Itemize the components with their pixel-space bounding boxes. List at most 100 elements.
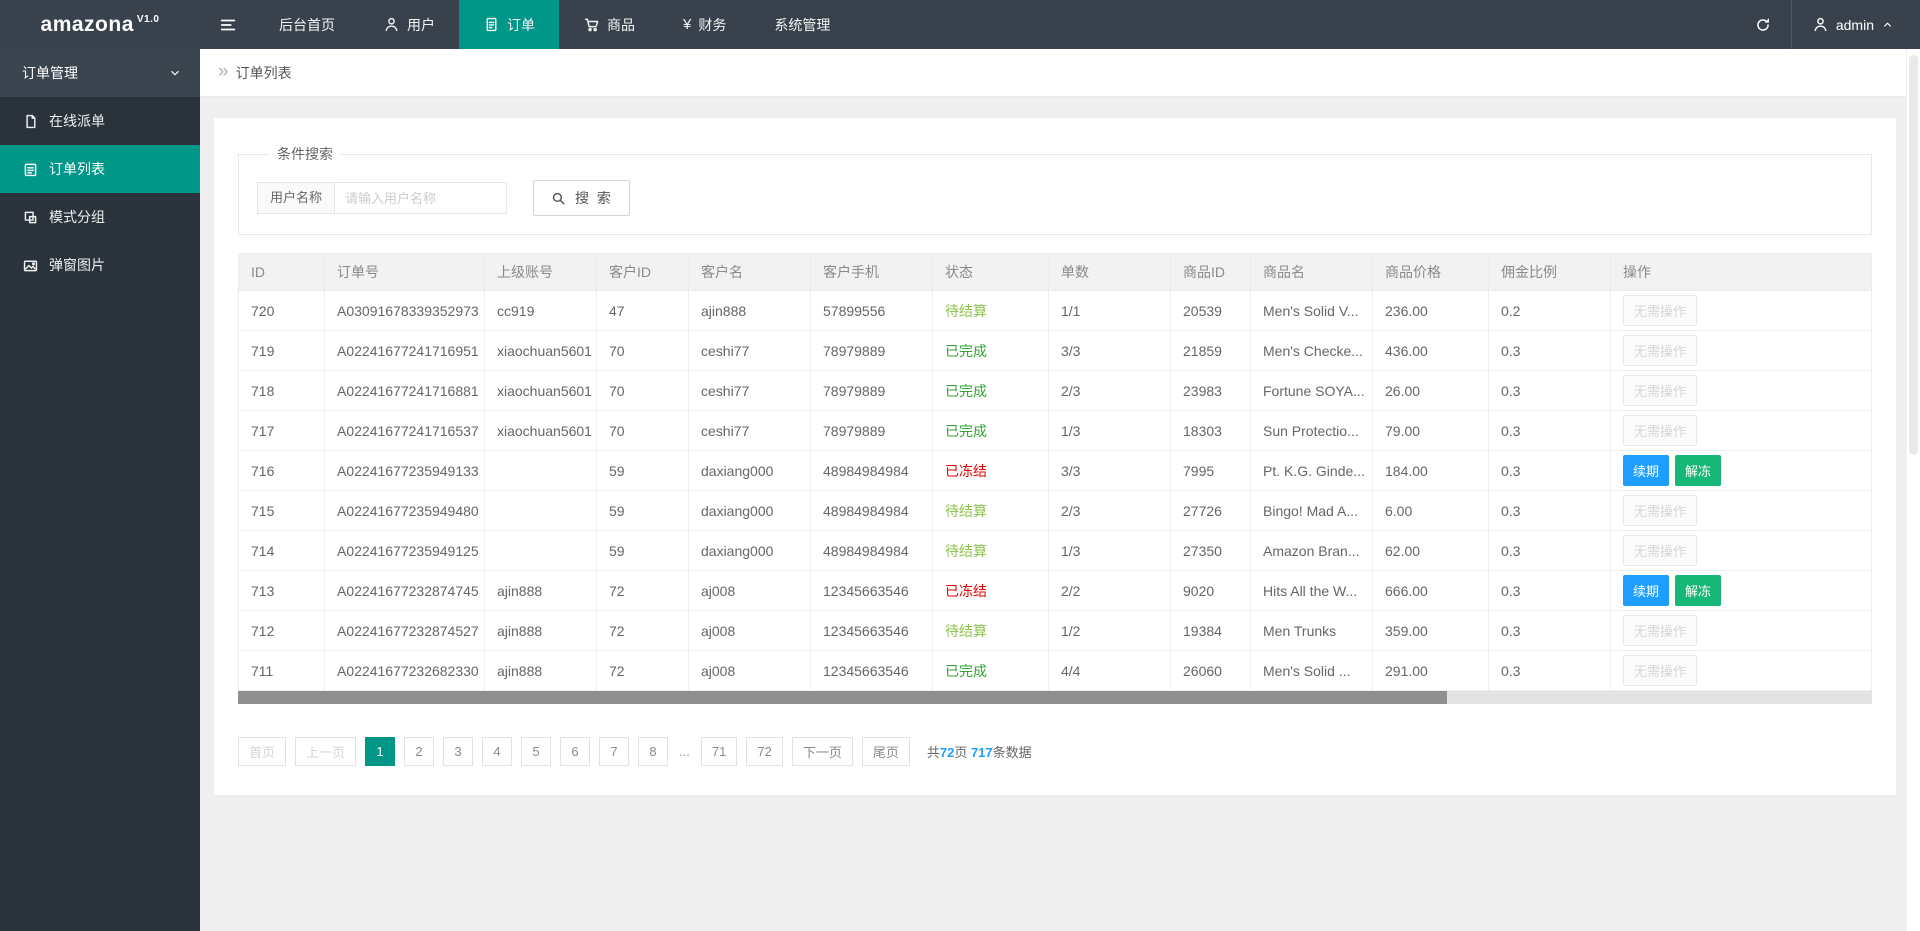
refresh-icon[interactable] (1735, 0, 1791, 49)
user-icon (383, 16, 400, 33)
renew-button[interactable]: 续期 (1623, 575, 1670, 606)
cell-parent: ajin888 (484, 610, 597, 651)
cell-id: 719 (238, 330, 325, 371)
cell-status: 已完成 (932, 370, 1049, 411)
cell-product_name: Amazon Bran... (1250, 530, 1373, 571)
renew-button[interactable]: 续期 (1623, 455, 1670, 486)
table-row: 717 A02241677241716537 xiaochuan5601 70 cesh… (238, 410, 1872, 451)
cell-id: 713 (238, 570, 325, 611)
column-header: 商品名 (1250, 253, 1373, 291)
cell-actions: 无需操作 (1610, 530, 1872, 571)
page-button[interactable]: 6 (560, 737, 591, 766)
cell-product_name: Bingo! Mad A... (1250, 490, 1373, 531)
cell-product_id: 26060 (1170, 650, 1251, 691)
table-row: 720 A03091678339352973 cc919 47 ajin888 57899… (238, 290, 1872, 331)
page-button[interactable]: 7 (599, 737, 630, 766)
brand-logo: amazona V1.0 (0, 0, 200, 49)
cell-order_no: A02241677232682330 (324, 650, 485, 691)
nav-item-goods[interactable]: 商品 (559, 0, 659, 49)
cell-phone: 48984984984 (810, 450, 933, 491)
nav-item-orders[interactable]: 订单 (459, 0, 559, 49)
nav-item-system[interactable]: 系统管理 (750, 0, 854, 49)
cell-product_name: Men's Solid ... (1250, 650, 1373, 691)
sidebar-group-order-management[interactable]: 订单管理 (0, 49, 200, 97)
page-button[interactable]: 4 (482, 737, 513, 766)
page-button[interactable]: 尾页 (861, 737, 910, 766)
page-button[interactable]: 5 (521, 737, 552, 766)
sidebar-item-popup-image[interactable]: 弹窗图片 (0, 241, 200, 289)
cell-parent: xiaochuan5601 (484, 370, 597, 411)
page-button[interactable]: 8 (638, 737, 669, 766)
cell-id: 711 (238, 650, 325, 691)
cell-phone: 78979889 (810, 330, 933, 371)
column-header: 客户名 (688, 253, 811, 291)
cell-id: 717 (238, 410, 325, 451)
horizontal-scrollbar-thumb[interactable] (238, 691, 1448, 704)
cell-count: 1/1 (1048, 290, 1171, 331)
cell-product_name: Pt. K.G. Ginde... (1250, 450, 1373, 491)
column-header: 佣金比例 (1488, 253, 1611, 291)
nav-item-users[interactable]: 用户 (359, 0, 459, 49)
page-button[interactable]: 1 (365, 737, 396, 766)
cell-status: 待结算 (932, 490, 1049, 531)
page-button[interactable]: 2 (404, 737, 435, 766)
cell-product_name: Men Trunks (1250, 610, 1373, 651)
no-action-button: 无需操作 (1623, 535, 1698, 566)
table-row: 718 A02241677241716881 xiaochuan5601 70 cesh… (238, 370, 1872, 411)
cell-phone: 12345663546 (810, 650, 933, 691)
cell-price: 62.00 (1372, 530, 1489, 571)
cell-price: 6.00 (1372, 490, 1489, 531)
page-title: 订单列表 (235, 64, 292, 81)
group-icon (22, 209, 39, 226)
cell-count: 2/2 (1048, 570, 1171, 611)
unfreeze-button[interactable]: 解冻 (1675, 455, 1722, 486)
vertical-scrollbar-thumb[interactable] (1909, 55, 1918, 455)
cell-customer_name: daxiang000 (688, 490, 811, 531)
no-action-button: 无需操作 (1623, 495, 1698, 526)
cell-customer_id: 72 (596, 650, 689, 691)
cart-icon (583, 16, 600, 33)
page-button[interactable]: 72 (746, 737, 783, 766)
search-button[interactable]: 搜 索 (533, 180, 630, 216)
page-button[interactable]: 3 (443, 737, 474, 766)
cell-ratio: 0.3 (1488, 530, 1611, 571)
sidebar-item-mode-group[interactable]: 模式分组 (0, 193, 200, 241)
sidebar-item-online-dispatch[interactable]: 在线派单 (0, 97, 200, 145)
file-icon (483, 16, 500, 33)
cell-price: 359.00 (1372, 610, 1489, 651)
column-header: 客户手机 (810, 253, 933, 291)
page-button[interactable]: 71 (700, 737, 738, 766)
nav-item-label: 后台首页 (279, 16, 335, 33)
nav-item-home[interactable]: 后台首页 (255, 0, 359, 49)
cell-phone: 78979889 (810, 370, 933, 411)
page-ellipsis: ... (677, 737, 692, 766)
sidebar-item-order-list[interactable]: 订单列表 (0, 145, 200, 193)
user-menu[interactable]: admin (1792, 0, 1920, 49)
cell-customer_name: daxiang000 (688, 530, 811, 571)
nav-item-label: 系统管理 (774, 16, 831, 33)
cell-id: 718 (238, 370, 325, 411)
pagination-summary: 共72页 717条数据 (926, 745, 1032, 760)
nav-item-finance[interactable]: ¥ 财务 (659, 0, 750, 49)
cell-count: 3/3 (1048, 330, 1171, 371)
cell-customer_id: 70 (596, 330, 689, 371)
cell-product_id: 27726 (1170, 490, 1251, 531)
vertical-scrollbar[interactable] (1906, 49, 1920, 931)
nav-item-label: 订单 (507, 16, 535, 33)
horizontal-scrollbar[interactable] (238, 691, 1872, 704)
content-card: 条件搜索 用户名称 搜 索 ID订单号上级账号客户ID客户名客户手机状态单数商品… (214, 118, 1896, 795)
menu-toggle-icon[interactable] (200, 0, 255, 49)
cell-status: 已冻结 (932, 570, 1049, 611)
cell-status: 待结算 (932, 290, 1049, 331)
cell-ratio: 0.2 (1488, 290, 1611, 331)
page-button[interactable]: 下一页 (791, 737, 853, 766)
cell-customer_id: 72 (596, 570, 689, 611)
cell-parent: xiaochuan5601 (484, 330, 597, 371)
cell-product_id: 21859 (1170, 330, 1251, 371)
cell-ratio: 0.3 (1488, 370, 1611, 411)
table-row: 714 A02241677235949125 59 daxiang000 4898498… (238, 530, 1872, 571)
user-icon (1812, 16, 1829, 33)
cell-price: 436.00 (1372, 330, 1489, 371)
username-input[interactable] (335, 182, 508, 214)
unfreeze-button[interactable]: 解冻 (1675, 575, 1722, 606)
